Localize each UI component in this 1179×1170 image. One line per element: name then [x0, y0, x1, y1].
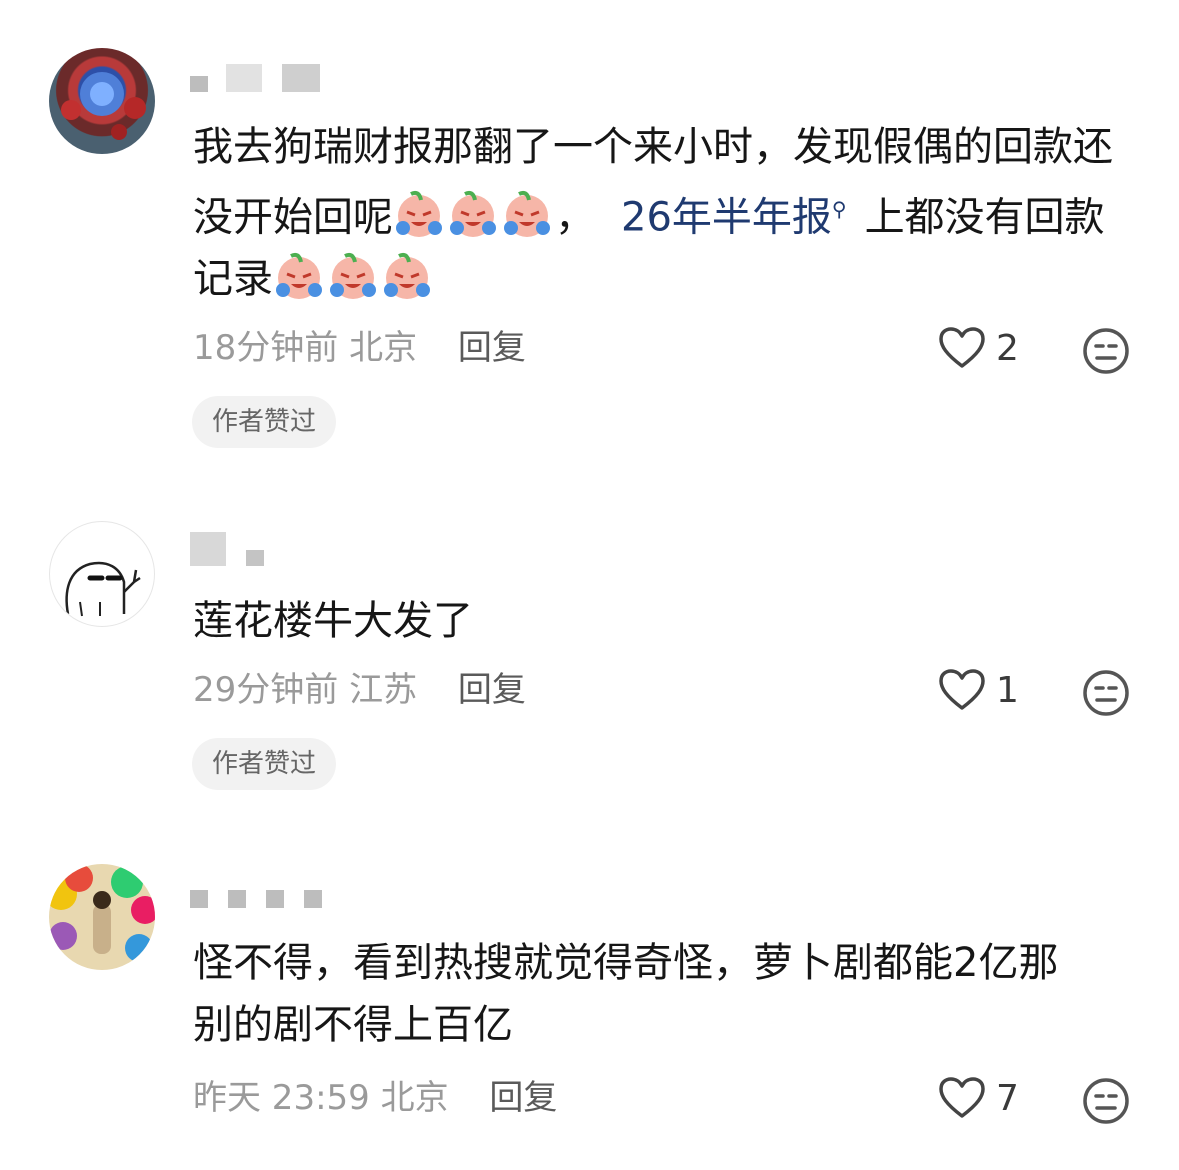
neutral-face-icon[interactable]	[1082, 669, 1130, 717]
crying-emoji	[381, 250, 433, 302]
comment-location: 北京	[349, 328, 418, 368]
avatar-image	[61, 72, 146, 140]
comment-time: 昨天 23:59	[193, 1078, 370, 1118]
avatar-image	[49, 864, 155, 962]
heart-outline-icon	[939, 1077, 985, 1118]
crying-emoji	[447, 188, 499, 240]
author-liked-badge: 作者赞过	[192, 738, 337, 790]
like-button[interactable]: 7	[938, 1076, 1019, 1120]
heart-outline-icon	[939, 327, 985, 368]
comment-meta: 29分钟前 江苏 回复	[193, 670, 526, 710]
comment-location: 北京	[380, 1078, 449, 1118]
comment-time: 29分钟前	[193, 670, 339, 710]
heart-outline-icon	[939, 669, 985, 710]
crying-emoji	[393, 188, 445, 240]
neutral-face-icon[interactable]	[1082, 327, 1130, 375]
like-button[interactable]: 2	[938, 326, 1019, 370]
search-icon[interactable]: ⚲	[832, 197, 847, 221]
neutral-face-icon[interactable]	[1082, 1077, 1130, 1125]
avatar[interactable]	[49, 864, 155, 970]
avatar[interactable]	[49, 48, 155, 154]
comment-meta: 18分钟前 北京 回复	[193, 328, 526, 368]
comment-text: 我去狗瑞财报那翻了一个来小时，发现假偶的回款还没开始回呢， 26年半年报⚲ 上都没有…	[193, 124, 1113, 303]
avatar-image	[65, 561, 141, 617]
reply-button[interactable]: 回复	[489, 1078, 557, 1118]
reply-button[interactable]: 回复	[458, 328, 526, 368]
like-count: 7	[996, 1077, 1019, 1119]
crying-emoji	[273, 250, 325, 302]
author-liked-badge: 作者赞过	[192, 396, 337, 448]
like-count: 2	[996, 327, 1019, 369]
comment-text: 怪不得，看到热搜就觉得奇怪，萝卜剧都能2亿那 别的剧不得上百亿	[193, 940, 1059, 1048]
crying-emoji	[327, 250, 379, 302]
like-count: 1	[996, 669, 1019, 711]
avatar[interactable]	[49, 521, 155, 627]
reply-button[interactable]: 回复	[458, 670, 526, 710]
like-button[interactable]: 1	[938, 668, 1019, 712]
comment-meta: 昨天 23:59 北京 回复	[193, 1078, 557, 1118]
comment-time: 18分钟前	[193, 328, 339, 368]
crying-emoji	[501, 188, 553, 240]
search-keyword-link[interactable]: 26年半年报	[621, 194, 832, 240]
comment-text: 莲花楼牛大发了	[193, 598, 473, 644]
comment-location: 江苏	[349, 670, 418, 710]
